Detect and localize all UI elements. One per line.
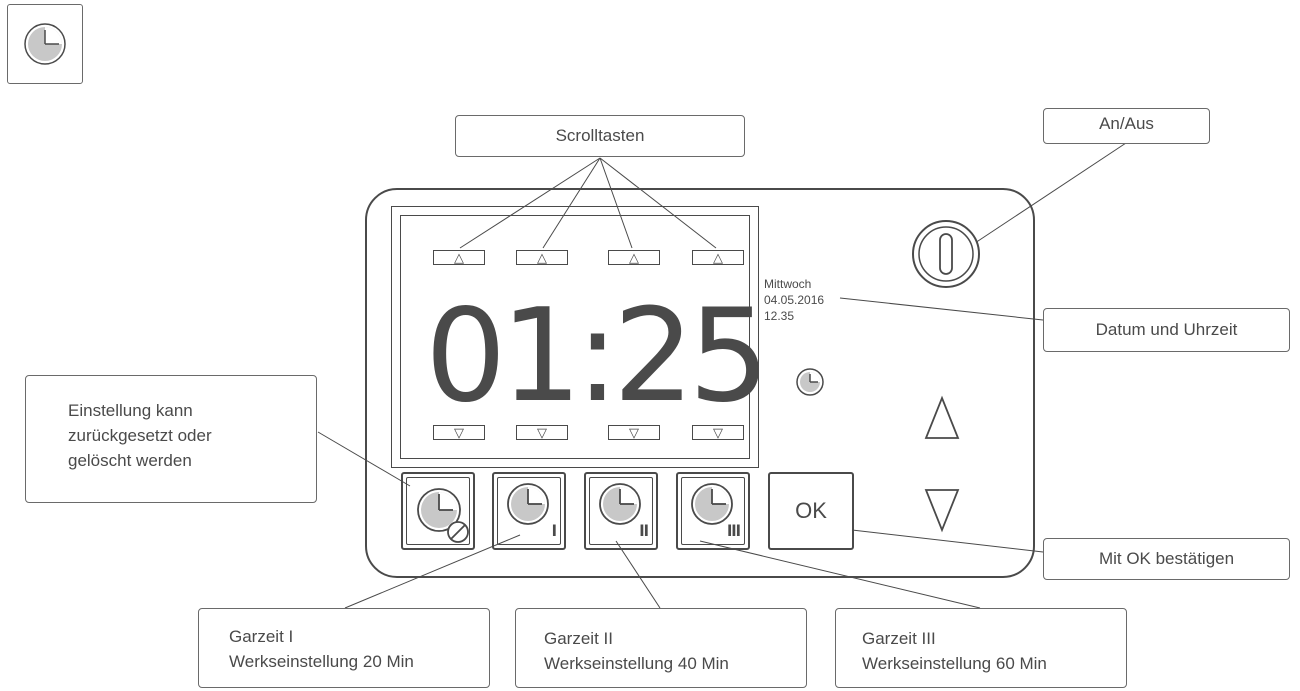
callout-scrolltasten: Scrolltasten — [455, 115, 745, 157]
arrow-up-icon[interactable] — [922, 394, 962, 444]
callout-line: Garzeit III — [862, 629, 936, 648]
callout-line: Garzeit II — [544, 629, 613, 648]
callout-an-aus: An/Aus — [1043, 108, 1210, 144]
callout-datum-uhrzeit: Datum und Uhrzeit — [1043, 308, 1290, 352]
callout-line: Werkseinstellung 20 Min — [229, 652, 414, 671]
garzeit-1-mark: I — [551, 521, 557, 540]
clock-time: 12.35 — [764, 309, 795, 323]
clock-icon — [507, 483, 549, 525]
scroll-up-button-3[interactable]: △ — [608, 250, 660, 265]
garzeit-1-button[interactable]: I — [492, 472, 566, 550]
callout-line: Werkseinstellung 60 Min — [862, 654, 1047, 673]
clock-icon — [24, 23, 66, 65]
callout-line: zurückgesetzt oder — [68, 426, 212, 445]
garzeit-3-button[interactable]: III — [676, 472, 750, 550]
callout-garzeit-1: Garzeit I Werkseinstellung 20 Min — [198, 608, 490, 688]
scroll-up-button-1[interactable]: △ — [433, 250, 485, 265]
callout-text: Mit OK bestätigen — [1098, 549, 1235, 568]
callout-line: Garzeit I — [229, 627, 294, 646]
date-time-readout: Mittwoch 04.05.2016 12.35 — [764, 276, 824, 324]
countdown-time: 01:25 — [425, 282, 770, 431]
weekday: Mittwoch — [764, 277, 812, 291]
header-clock-box — [7, 4, 83, 84]
reset-button[interactable] — [401, 472, 475, 550]
callout-text: Scrolltasten — [555, 126, 645, 145]
callout-text: Datum und Uhrzeit — [1095, 320, 1238, 339]
garzeit-3-mark: III — [726, 521, 741, 540]
callout-reset: Einstellung kann zurückgesetzt oder gelö… — [25, 375, 317, 503]
garzeit-2-mark: II — [639, 521, 649, 540]
callout-ok-bestaetigen: Mit OK bestätigen — [1043, 538, 1290, 580]
power-icon — [939, 233, 953, 275]
power-button[interactable] — [910, 218, 982, 290]
callout-line: Einstellung kann — [68, 401, 193, 420]
scroll-up-button-4[interactable]: △ — [692, 250, 744, 265]
date: 04.05.2016 — [764, 293, 825, 307]
callout-garzeit-3: Garzeit III Werkseinstellung 60 Min — [835, 608, 1127, 688]
clock-icon — [796, 368, 824, 396]
callout-line: gelöscht werden — [68, 451, 192, 470]
callout-line: Werkseinstellung 40 Min — [544, 654, 729, 673]
arrow-down-icon[interactable] — [922, 484, 962, 534]
clock-cancel-icon — [417, 488, 469, 543]
scroll-up-button-2[interactable]: △ — [516, 250, 568, 265]
ok-button[interactable]: OK — [768, 472, 854, 550]
callout-garzeit-2: Garzeit II Werkseinstellung 40 Min — [515, 608, 807, 688]
garzeit-2-button[interactable]: II — [584, 472, 658, 550]
callout-text: An/Aus — [1099, 114, 1154, 133]
